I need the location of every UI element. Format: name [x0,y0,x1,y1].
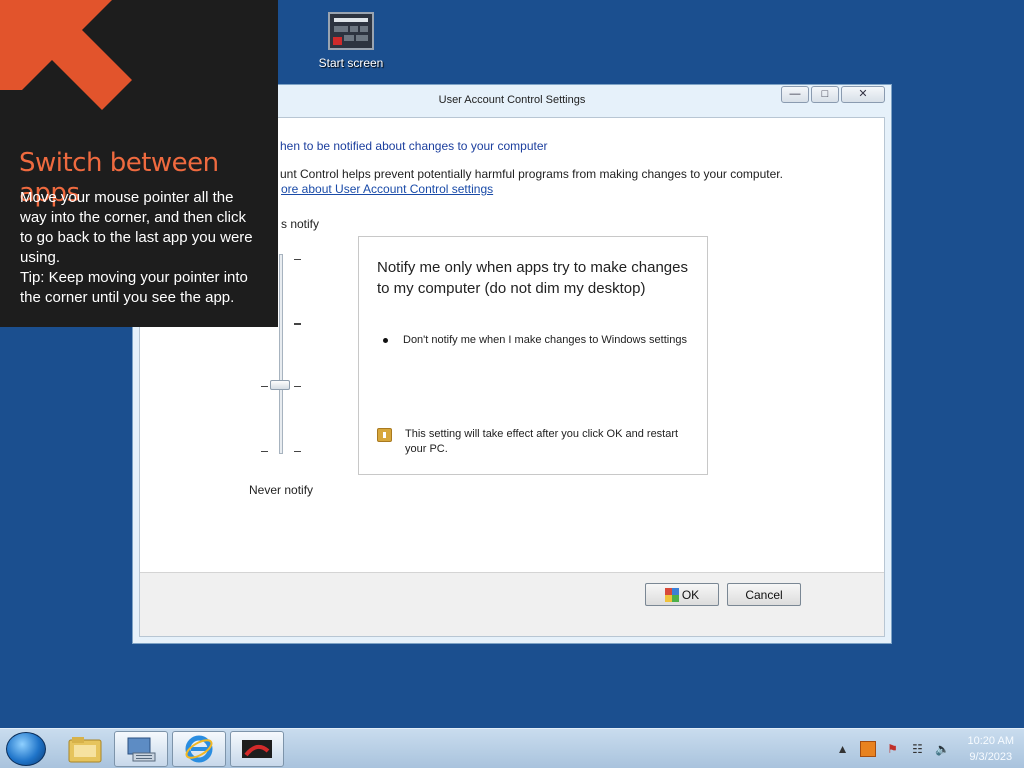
level-bullet-text: Don't notify me when I make changes to W… [403,334,687,346]
taskbar-internet-explorer[interactable] [172,731,226,767]
corner-arrow-icon [0,0,132,110]
level-description-panel: Notify me only when apps try to make cha… [358,236,708,475]
button-bar: OK Cancel [140,572,884,636]
maximize-button[interactable]: □ [811,86,839,103]
clock[interactable]: 10:20 AM 9/3/2023 [968,733,1014,765]
tip-body: Move your mouse pointer all the way into… [20,188,260,308]
ok-button-label: OK [681,587,700,602]
slider-tick [261,451,268,452]
info-shield-icon [377,428,392,442]
file-explorer-icon [68,737,102,763]
close-icon: ✕ [858,88,868,100]
slider-thumb[interactable] [270,380,290,390]
page-heading: hen to be notified about changes to your… [280,139,548,153]
ok-button[interactable]: OK [645,583,719,606]
start-screen-icon [328,12,374,50]
slider-tick [261,386,268,387]
network-icon[interactable]: ☷ [910,741,926,757]
slider-track[interactable] [279,254,283,454]
clock-time: 10:20 AM [967,735,1014,747]
volume-icon[interactable]: 🔈 [935,741,951,757]
maximize-icon: □ [821,88,829,100]
system-tray: ▲ ⚑ ☷ 🔈 10:20 AM 9/3/2023 [835,729,1014,768]
bullet-icon [383,338,388,343]
slider-bottom-label: Never notify [249,483,314,497]
slider-tick [294,259,301,260]
slider-tick [294,323,301,325]
learn-more-link[interactable]: ore about User Account Control settings [281,182,493,196]
taskbar-file-explorer[interactable] [58,731,112,767]
taskbar-control-panel[interactable] [114,731,168,767]
desktop-icon-start-screen[interactable]: Start screen [318,12,384,70]
tip-hint: Tip: Keep moving your pointer into the c… [20,269,248,306]
minimize-icon: — [789,88,801,100]
level-title: Notify me only when apps try to make cha… [377,259,688,297]
control-panel-icon [127,737,156,762]
slider-tick [294,451,301,452]
close-button[interactable]: ✕ [841,86,885,103]
show-hidden-icons-icon[interactable]: ▲ [835,741,851,757]
minimize-button[interactable]: — [781,86,809,103]
uac-shield-icon [664,587,679,602]
switch-apps-tip: Switch between apps Move your mouse poin… [0,0,278,327]
description-text: unt Control helps prevent potentially ha… [280,167,783,181]
desktop-icon-label: Start screen [318,56,384,70]
taskbar: ▲ ⚑ ☷ 🔈 10:20 AM 9/3/2023 [0,728,1024,768]
slider-tick [294,386,301,387]
start-button[interactable] [6,732,46,766]
tip-text: Move your mouse pointer all the way into… [20,189,253,266]
restart-note: This setting will take effect after you … [405,428,679,455]
clock-date: 9/3/2023 [969,751,1013,763]
internet-explorer-icon [185,735,213,763]
action-center-flag-icon[interactable]: ⚑ [885,741,901,757]
cancel-button[interactable]: Cancel [727,583,801,606]
media-app-icon [242,740,272,758]
java-update-icon[interactable] [859,741,876,757]
taskbar-media-app[interactable] [230,731,284,767]
slider-top-label: s notify [281,217,320,231]
